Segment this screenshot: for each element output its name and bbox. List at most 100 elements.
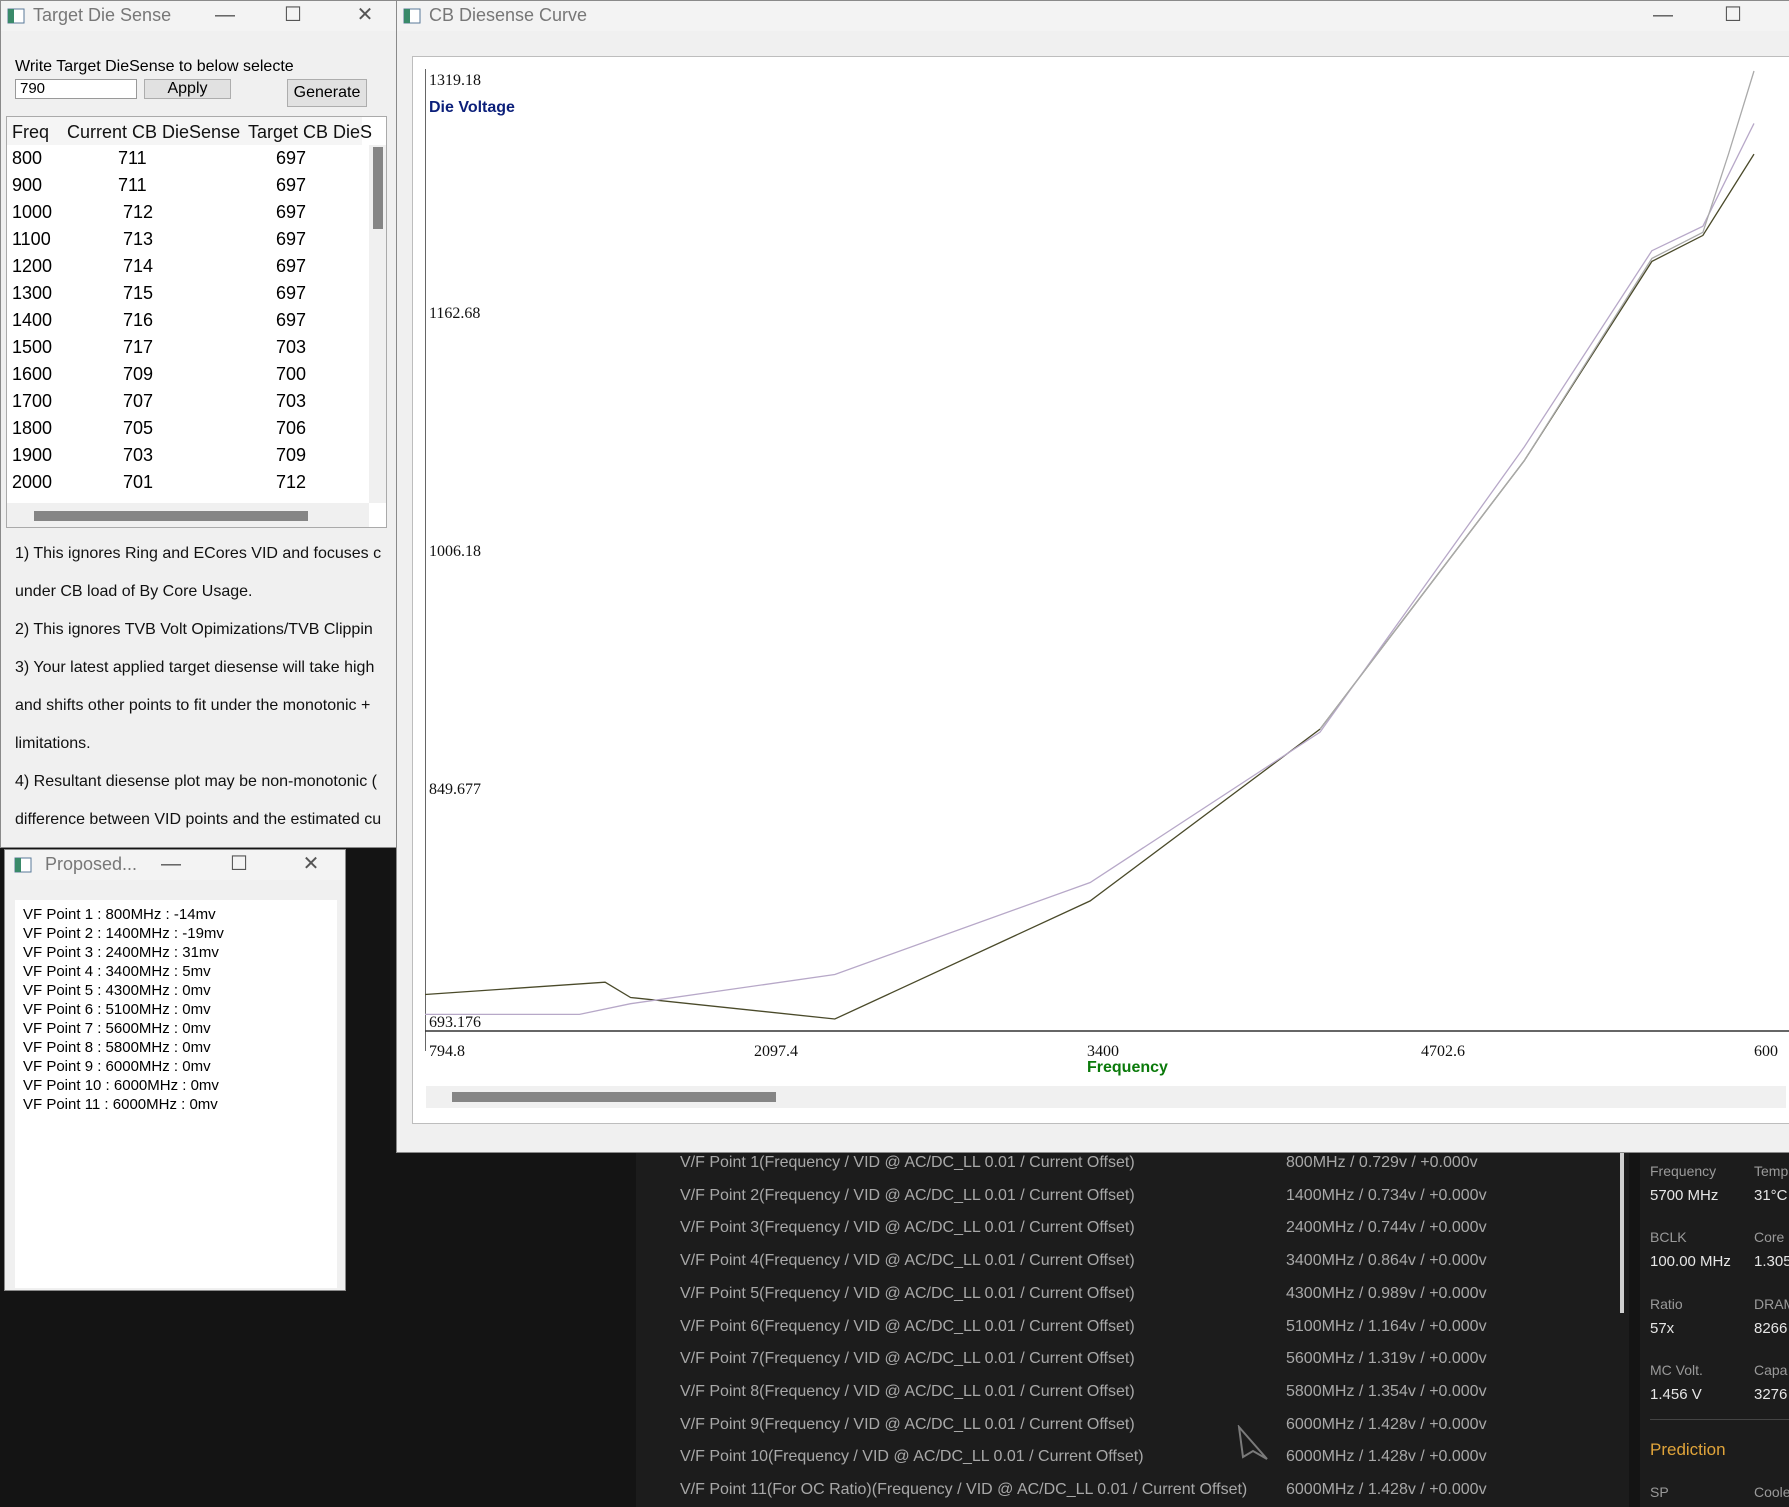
- title-bar[interactable]: Proposed... — ☐ ✕: [5, 850, 345, 880]
- table-cell: 715: [123, 283, 154, 303]
- title-bar[interactable]: Target Die Sense — ☐ ✕: [1, 1, 399, 31]
- close-icon[interactable]: ✕: [345, 1, 385, 31]
- info-note: difference between VID points and the es…: [15, 811, 382, 828]
- y-tick-label: 1162.68: [429, 305, 480, 322]
- vf-point-value[interactable]: 1400MHz / 0.734v / +0.000v: [1286, 1187, 1487, 1205]
- proposed-offsets-text[interactable]: VF Point 1 : 800MHz : -14mv VF Point 2 : …: [15, 900, 337, 1288]
- minimize-icon[interactable]: —: [1643, 1, 1683, 31]
- table-row[interactable]: 1000 712 697: [7, 200, 362, 227]
- close-icon[interactable]: ✕: [291, 850, 331, 880]
- info-note: 1) This ignores Ring and ECores VID and …: [15, 545, 382, 562]
- x-tick-label: 4702.6: [1421, 1043, 1465, 1060]
- scroll-thumb[interactable]: [34, 511, 308, 521]
- table-cell: 1200: [12, 256, 53, 276]
- window-title: CB Diesense Curve: [429, 5, 588, 25]
- vf-offset-line: VF Point 1 : 800MHz : -14mv: [23, 906, 216, 923]
- vf-offset-line: VF Point 11 : 6000MHz : 0mv: [23, 1096, 218, 1113]
- x-tick-label: 2097.4: [754, 1043, 798, 1060]
- table-cell: 1900: [12, 445, 53, 465]
- table-row[interactable]: 1900 703 709: [7, 443, 362, 470]
- minimize-icon[interactable]: —: [151, 850, 191, 880]
- table-cell: 1600: [12, 364, 53, 384]
- info-note: under CB load of By Core Usage.: [15, 583, 253, 600]
- table-cell: 697: [276, 310, 307, 330]
- table-cell: 709: [276, 445, 307, 465]
- target-value-input[interactable]: 790: [15, 79, 137, 99]
- table-row[interactable]: 1300 715 697: [7, 281, 362, 308]
- table-cell: 697: [276, 256, 307, 276]
- x-axis-label: Frequency: [1087, 1059, 1168, 1076]
- diesense-table[interactable]: Freq Current CB DieSense Target CB DieS …: [6, 116, 387, 528]
- vf-point-value[interactable]: 3400MHz / 0.864v / +0.000v: [1286, 1252, 1487, 1270]
- table-row[interactable]: 1400 716 697: [7, 308, 362, 335]
- table-row[interactable]: 1700 707 703: [7, 389, 362, 416]
- table-cell: 705: [123, 418, 154, 438]
- vf-point-value[interactable]: 6000MHz / 1.428v / +0.000v: [1286, 1481, 1487, 1499]
- column-header[interactable]: Target CB DieS: [248, 122, 372, 143]
- x-tick-label: 794.8: [429, 1043, 465, 1060]
- table-cell: 703: [276, 337, 307, 357]
- dram-label: DRAM: [1754, 1296, 1789, 1312]
- horizontal-scrollbar[interactable]: [7, 503, 369, 527]
- table-row[interactable]: 2000 701 712: [7, 470, 362, 497]
- table-cell: 1700: [12, 391, 53, 411]
- table-row[interactable]: 800 711 697: [7, 146, 362, 173]
- scrollbar[interactable]: [1620, 1153, 1624, 1313]
- vf-point-value[interactable]: 5600MHz / 1.319v / +0.000v: [1286, 1350, 1487, 1368]
- vf-offset-line: VF Point 7 : 5600MHz : 0mv: [23, 1020, 211, 1037]
- column-header[interactable]: Current CB DieSense: [67, 122, 240, 143]
- app-icon: [403, 8, 421, 24]
- table-row[interactable]: 1600 709 700: [7, 362, 362, 389]
- vf-point-label: V/F Point 3(Frequency / VID @ AC/DC_LL 0…: [680, 1219, 1135, 1237]
- apply-button[interactable]: Apply: [144, 79, 231, 99]
- window-title: Target Die Sense: [33, 5, 172, 25]
- table-row[interactable]: 1200 714 697: [7, 254, 362, 281]
- vf-offset-line: VF Point 8 : 5800MHz : 0mv: [23, 1039, 211, 1056]
- vf-point-value[interactable]: 5100MHz / 1.164v / +0.000v: [1286, 1318, 1487, 1336]
- info-note: 2) This ignores TVB Volt Opimizations/TV…: [15, 621, 373, 638]
- column-header[interactable]: Freq: [12, 122, 49, 143]
- table-row[interactable]: 1500 717 703: [7, 335, 362, 362]
- scroll-thumb[interactable]: [452, 1092, 776, 1102]
- title-bar[interactable]: CB Diesense Curve — ☐: [397, 1, 1789, 31]
- y-tick-label: 693.176: [429, 1014, 481, 1031]
- info-note: 3) Your latest applied target diesense w…: [15, 659, 375, 676]
- vf-point-value[interactable]: 6000MHz / 1.428v / +0.000v: [1286, 1448, 1487, 1466]
- vf-point-value[interactable]: 5800MHz / 1.354v / +0.000v: [1286, 1383, 1487, 1401]
- table-cell: 706: [276, 418, 307, 438]
- vf-point-value[interactable]: 6000MHz / 1.428v / +0.000v: [1286, 1416, 1487, 1434]
- maximize-icon[interactable]: ☐: [273, 1, 313, 31]
- table-row[interactable]: 900 711 697: [7, 173, 362, 200]
- y-tick-label: 849.677: [429, 781, 481, 798]
- vf-offset-line: VF Point 6 : 5100MHz : 0mv: [23, 1001, 211, 1018]
- table-cell: 711: [118, 148, 147, 168]
- table-cell: 697: [276, 283, 307, 303]
- mc-volt-label: MC Volt.: [1650, 1362, 1703, 1378]
- vf-point-value[interactable]: 800MHz / 0.729v / +0.000v: [1286, 1154, 1478, 1172]
- table-row[interactable]: 1800 705 706: [7, 416, 362, 443]
- chart-horizontal-scrollbar[interactable]: [426, 1086, 1786, 1108]
- maximize-icon[interactable]: ☐: [1713, 1, 1753, 31]
- frequency-label: Frequency: [1650, 1163, 1717, 1179]
- vf-offset-line: VF Point 9 : 6000MHz : 0mv: [23, 1058, 211, 1075]
- table-cell: 717: [123, 337, 154, 357]
- vf-point-value[interactable]: 4300MHz / 0.989v / +0.000v: [1286, 1285, 1487, 1303]
- generate-button[interactable]: Generate: [287, 79, 367, 107]
- divider: [1650, 1419, 1789, 1420]
- table-cell: 707: [123, 391, 154, 411]
- table-cell: 697: [276, 148, 307, 168]
- table-row[interactable]: 1100 713 697: [7, 227, 362, 254]
- table-header: Freq Current CB DieSense Target CB DieS: [7, 117, 372, 145]
- y-axis-label: Die Voltage: [429, 99, 515, 116]
- vf-offset-line: VF Point 3 : 2400MHz : 31mv: [23, 944, 219, 961]
- prediction-heading[interactable]: Prediction: [1650, 1440, 1726, 1460]
- scroll-thumb[interactable]: [373, 147, 383, 229]
- vf-point-label: V/F Point 2(Frequency / VID @ AC/DC_LL 0…: [680, 1186, 1135, 1204]
- ratio-label: Ratio: [1650, 1296, 1683, 1312]
- table-cell: 714: [123, 256, 154, 276]
- vf-point-value[interactable]: 2400MHz / 0.744v / +0.000v: [1286, 1219, 1487, 1237]
- minimize-icon[interactable]: —: [205, 1, 245, 31]
- table-cell: 1100: [12, 229, 51, 249]
- vertical-scrollbar[interactable]: [369, 145, 386, 503]
- maximize-icon[interactable]: ☐: [219, 850, 259, 880]
